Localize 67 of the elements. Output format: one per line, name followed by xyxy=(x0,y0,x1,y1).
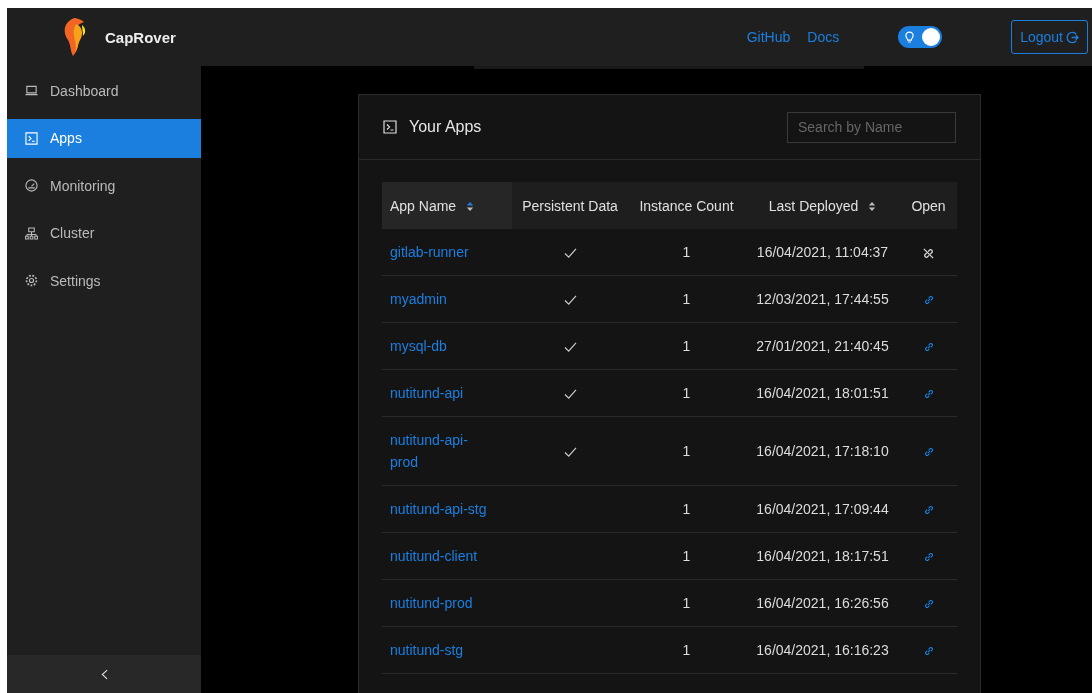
sidebar-item[interactable]: Settings xyxy=(7,261,201,300)
link-icon[interactable] xyxy=(922,388,935,401)
table-cell: 1 xyxy=(682,244,691,260)
app-link[interactable]: nutitund-api-stg xyxy=(390,498,490,520)
table-cell: 1 xyxy=(682,642,691,658)
check-icon xyxy=(563,446,577,458)
chevron-left-icon xyxy=(100,668,108,680)
laptop-icon xyxy=(25,84,38,97)
terminal-icon xyxy=(25,131,38,145)
link-icon[interactable] xyxy=(922,598,935,611)
search-field[interactable]: Search by Name xyxy=(787,111,956,143)
table-cell: 1 xyxy=(682,385,691,401)
app-link[interactable]: nutitund-api-prod xyxy=(390,429,490,473)
table-cell: 16/04/2021, 18:01:51 xyxy=(756,385,889,401)
link-icon[interactable] xyxy=(922,645,935,658)
app-name: CapRover xyxy=(105,28,176,46)
logout-icon xyxy=(1066,30,1079,44)
table-cell: 1 xyxy=(682,595,691,611)
app-link[interactable]: myadmin xyxy=(390,288,490,310)
app-link[interactable]: gitlab-runner xyxy=(390,241,490,263)
table-cell: 12/03/2021, 17:44:55 xyxy=(756,291,889,307)
settings-icon xyxy=(25,274,38,287)
link-icon[interactable] xyxy=(922,446,935,459)
broken-link-icon[interactable] xyxy=(922,246,935,260)
terminal-icon xyxy=(383,120,397,134)
table-cell: 1 xyxy=(682,338,691,354)
table-cell: 1 xyxy=(682,443,691,459)
table-cell: 27/01/2021, 21:40:45 xyxy=(756,338,889,354)
table-cell: 16/04/2021, 17:09:44 xyxy=(756,501,889,517)
check-icon xyxy=(563,341,577,353)
column-header[interactable]: App Name xyxy=(382,182,512,229)
column-header[interactable]: Open xyxy=(900,182,957,229)
table-cell: 16/04/2021, 16:26:56 xyxy=(756,595,889,611)
link-icon[interactable] xyxy=(922,294,935,307)
card-title: Your Apps xyxy=(409,118,482,136)
app-link[interactable]: nutitund-api xyxy=(390,382,490,404)
table-cell: 1 xyxy=(682,501,691,517)
table-cell: 1 xyxy=(682,548,691,564)
theme-toggle[interactable] xyxy=(898,26,943,48)
table-cell: 16/04/2021, 18:17:51 xyxy=(756,548,889,564)
column-header[interactable]: Last Deployed xyxy=(745,182,900,229)
app-link[interactable]: nutitund-client xyxy=(390,545,490,567)
sidebar-item[interactable]: Apps xyxy=(7,118,201,158)
header-link[interactable]: Docs xyxy=(807,29,840,45)
app-link[interactable]: mysql-db xyxy=(390,335,490,357)
sidebar-item[interactable]: Dashboard xyxy=(7,71,201,110)
lightbulb-icon xyxy=(905,30,915,44)
link-icon[interactable] xyxy=(922,341,935,354)
check-icon xyxy=(563,388,577,400)
header-link[interactable]: GitHub xyxy=(746,29,791,45)
link-icon[interactable] xyxy=(922,551,935,564)
app-link[interactable]: nutitund-stg xyxy=(390,639,490,661)
app-link[interactable]: nutitund-prod xyxy=(390,592,490,614)
table-cell: 16/04/2021, 11:04:37 xyxy=(756,244,889,260)
check-icon xyxy=(563,294,577,306)
gauge-icon xyxy=(25,179,38,192)
logout-button[interactable]: Logout xyxy=(1011,20,1088,54)
link-icon[interactable] xyxy=(922,504,935,517)
table-cell: 16/04/2021, 17:18:10 xyxy=(756,443,889,459)
cluster-icon xyxy=(25,226,38,240)
column-header[interactable]: Persistent Data xyxy=(512,182,628,229)
table-cell: 1 xyxy=(682,291,691,307)
sidebar-item[interactable]: Cluster xyxy=(7,213,201,253)
check-icon xyxy=(563,247,577,259)
table-cell: 16/04/2021, 16:16:23 xyxy=(756,642,889,658)
sidebar-item[interactable]: Monitoring xyxy=(7,166,201,205)
column-header[interactable]: Instance Count xyxy=(628,182,745,229)
